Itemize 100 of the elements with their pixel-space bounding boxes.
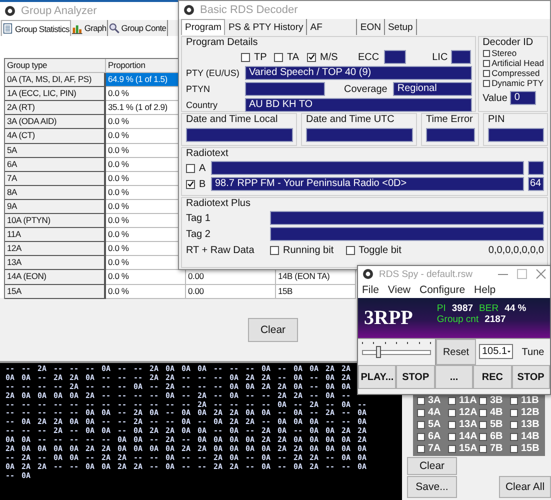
window-title: Basic RDS Decoder xyxy=(200,4,298,16)
checkbox[interactable] xyxy=(274,52,283,62)
checkbox[interactable] xyxy=(448,408,456,416)
checkbox[interactable] xyxy=(479,444,487,452)
checkbox[interactable] xyxy=(479,420,487,428)
menu-item[interactable]: Configure xyxy=(420,284,466,296)
slider-thumb[interactable] xyxy=(376,346,381,358)
table-cell: 4A (CT) xyxy=(5,129,106,144)
table-cell: 15B xyxy=(276,284,356,299)
text-field[interactable]: 64 xyxy=(528,177,544,191)
text-field[interactable] xyxy=(384,50,406,64)
text-field[interactable] xyxy=(186,128,293,142)
info-value: 2187 xyxy=(484,314,506,325)
clear-all-button[interactable]: Clear All xyxy=(499,476,551,498)
checkbox[interactable] xyxy=(186,164,195,172)
table-cell: 0.0 % xyxy=(106,284,186,299)
check-icon xyxy=(308,53,315,61)
checkbox[interactable] xyxy=(417,432,425,440)
checkbox[interactable] xyxy=(417,408,425,416)
checkbox[interactable] xyxy=(270,246,279,254)
text-field[interactable] xyxy=(270,227,544,241)
checkbox-label: TP xyxy=(254,52,267,62)
checkbox[interactable] xyxy=(417,420,425,428)
checkbox[interactable] xyxy=(448,396,456,404)
checkbox[interactable] xyxy=(448,420,456,428)
tab[interactable]: Program xyxy=(181,19,226,35)
checkbox-label: 3B xyxy=(490,395,503,406)
checkbox[interactable] xyxy=(417,444,425,452)
button[interactable]: REC xyxy=(473,365,512,389)
table-cell: 14A (EON) xyxy=(5,270,106,284)
menu-item[interactable]: Help xyxy=(474,284,496,296)
tab[interactable]: EON xyxy=(357,19,385,35)
tab[interactable]: Group Statistics xyxy=(1,20,72,36)
checkbox[interactable] xyxy=(479,408,487,416)
text-field[interactable] xyxy=(211,161,524,175)
checkbox[interactable] xyxy=(186,180,195,188)
checkbox[interactable] xyxy=(482,60,490,66)
bar-chart-icon xyxy=(72,22,84,34)
checkbox[interactable] xyxy=(417,396,425,404)
checkbox[interactable] xyxy=(510,432,518,440)
text-field[interactable]: 98.7 RPP FM - Your Peninsula Radio <0D> xyxy=(211,177,524,191)
table-cell: 15A xyxy=(5,284,106,299)
clear-button[interactable]: Clear xyxy=(248,318,298,342)
text-field[interactable]: AU BD KH TO xyxy=(245,98,472,112)
text-field[interactable] xyxy=(270,211,544,225)
tab[interactable]: Setup xyxy=(384,19,417,35)
checkbox-label: B xyxy=(199,178,207,190)
tab[interactable]: PS & PTY History xyxy=(225,19,308,35)
frequency-dropdown[interactable]: 105.1 xyxy=(479,344,513,359)
checkbox[interactable] xyxy=(482,50,490,56)
menu-item[interactable]: File xyxy=(362,284,379,296)
table-cell: 1A (ECC, LIC, PIN) xyxy=(5,87,106,102)
table-cell: 13A xyxy=(5,256,106,270)
checkbox[interactable] xyxy=(241,52,250,62)
maximize-icon xyxy=(517,269,527,279)
clear-button[interactable]: Clear xyxy=(407,457,457,475)
checkbox[interactable] xyxy=(482,70,490,76)
checkbox-label: Toggle bit xyxy=(358,244,402,256)
table-cell: 8A xyxy=(5,186,106,200)
text-field[interactable] xyxy=(426,128,475,142)
checkbox[interactable] xyxy=(307,52,316,62)
checkbox-label: Running bit xyxy=(283,244,334,256)
button[interactable]: STOP xyxy=(396,365,435,389)
checkbox[interactable] xyxy=(479,396,487,404)
checkbox[interactable] xyxy=(448,444,456,452)
checkbox[interactable] xyxy=(510,396,518,404)
text-field[interactable] xyxy=(245,82,325,96)
button[interactable]: STOP xyxy=(512,365,550,389)
text-field[interactable] xyxy=(306,128,413,142)
checkbox[interactable] xyxy=(346,246,355,254)
checkbox[interactable] xyxy=(510,408,518,416)
text-field[interactable]: Regional xyxy=(393,82,472,96)
table-cell: 7A xyxy=(5,172,106,186)
info-value: 3987 xyxy=(452,303,474,314)
checkbox-label: 11B xyxy=(521,395,539,406)
text-field[interactable] xyxy=(488,128,544,142)
checkbox-label: 5A xyxy=(428,419,441,430)
table-cell: 0.00 xyxy=(186,270,276,284)
text-field[interactable]: Varied Speech / TOP 40 (9) xyxy=(245,66,472,80)
reset-button[interactable]: Reset xyxy=(436,339,476,365)
text-field[interactable] xyxy=(528,161,544,175)
table-cell: 14B (EON TA) xyxy=(276,270,356,284)
field-label: Tag 1 xyxy=(186,212,212,224)
field-label: ECC xyxy=(358,52,380,62)
text-field[interactable]: 0 xyxy=(510,91,536,105)
checkbox[interactable] xyxy=(482,80,490,86)
checkbox[interactable] xyxy=(448,432,456,440)
station-name: 3RPP xyxy=(364,306,413,330)
checkbox[interactable] xyxy=(510,444,518,452)
button[interactable]: ... xyxy=(434,365,474,389)
checkbox-label: 7B xyxy=(490,443,503,454)
group-title: Time Error xyxy=(426,114,474,125)
save-button[interactable]: Save... xyxy=(407,476,457,498)
menu-item[interactable]: View xyxy=(388,284,410,296)
checkbox[interactable] xyxy=(510,420,518,428)
checkbox[interactable] xyxy=(479,432,487,440)
search-icon xyxy=(109,22,120,34)
button[interactable]: PLAY... xyxy=(358,365,396,389)
tab[interactable]: AF xyxy=(307,19,358,35)
text-field[interactable] xyxy=(450,50,471,64)
